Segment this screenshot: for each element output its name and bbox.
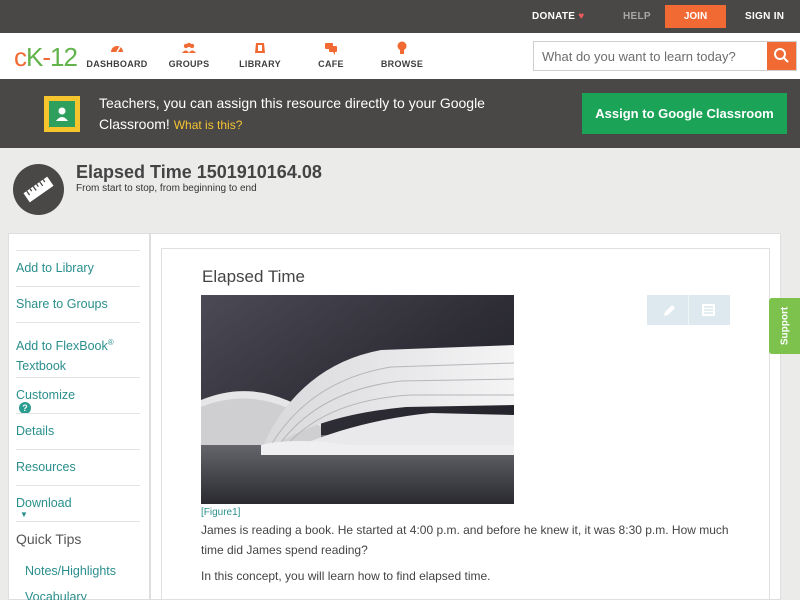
logo-c: c: [14, 42, 27, 72]
assign-to-google-classroom-button[interactable]: Assign to Google Classroom: [582, 93, 787, 134]
sidebar-item-customize[interactable]: Customize?: [16, 377, 140, 414]
donate-label: DONATE: [532, 11, 576, 22]
quick-tips-heading: Quick Tips: [16, 531, 82, 547]
classroom-message: Teachers, you can assign this resource d…: [99, 93, 539, 136]
nav-dashboard-label: DASHBOARD: [86, 59, 148, 69]
heart-icon: ♥: [578, 11, 585, 22]
sidebar-item-download[interactable]: Download ▼: [16, 485, 140, 521]
main-nav: cK-12 DASHBOARD GROUPS LIBRARY CAFE BROW…: [0, 33, 800, 79]
sidebar-divider: [16, 521, 140, 522]
nav-browse-label: BROWSE: [380, 59, 424, 69]
page-subtitle: From start to stop, from beginning to en…: [76, 183, 257, 194]
tools-divider: [688, 295, 689, 325]
sign-in-link[interactable]: SIGN IN: [745, 11, 784, 22]
registered-mark: ®: [107, 338, 114, 347]
quick-tip-notes-highlights[interactable]: Notes/Highlights: [25, 564, 116, 578]
search-input[interactable]: [534, 42, 768, 70]
groups-icon: [154, 40, 224, 56]
top-utility-bar: DONATE ♥ HELP JOIN SIGN IN: [0, 0, 800, 33]
browse-icon: [367, 40, 437, 56]
nav-library[interactable]: LIBRARY: [225, 40, 295, 69]
search-box: [533, 41, 797, 71]
support-tab[interactable]: Support: [769, 298, 800, 354]
sidebar-item-label: Add to Library: [16, 261, 94, 275]
sidebar-item-label: Download: [16, 496, 72, 510]
nav-library-label: LIBRARY: [239, 59, 281, 69]
quick-tip-vocabulary[interactable]: Vocabulary: [25, 590, 87, 600]
sidebar-item-share-to-groups[interactable]: Share to Groups: [16, 286, 140, 322]
concept-intro-paragraph: In this concept, you will learn how to f…: [201, 569, 491, 583]
sidebar-item-label: Details: [16, 424, 55, 438]
sidebar: Add to Library Share to Groups Add to Fl…: [8, 233, 150, 600]
sidebar-item-resources[interactable]: Resources: [16, 449, 140, 485]
sidebar-item-details[interactable]: Details: [16, 413, 140, 449]
dashboard-icon: [82, 40, 152, 56]
sidebar-item-label: Add to FlexBook: [16, 339, 108, 354]
join-button[interactable]: JOIN: [665, 5, 726, 28]
ruler-icon: [13, 164, 64, 215]
logo-k: K: [26, 42, 43, 72]
concept-title: Elapsed Time: [202, 267, 305, 286]
library-icon: [225, 40, 295, 56]
search-button[interactable]: [767, 42, 796, 70]
caret-down-icon: ▼: [20, 510, 28, 519]
nav-groups[interactable]: GROUPS: [154, 40, 224, 69]
sidebar-item-add-to-library[interactable]: Add to Library: [16, 250, 140, 286]
help-link[interactable]: HELP: [623, 11, 651, 22]
cafe-icon: [296, 40, 366, 56]
logo-12: 12: [50, 42, 78, 72]
what-is-this-link[interactable]: What is this?: [174, 118, 243, 132]
sidebar-item-label-line2: Textbook: [16, 359, 67, 374]
donate-link[interactable]: DONATE ♥: [532, 11, 585, 22]
nav-cafe[interactable]: CAFE: [296, 40, 366, 69]
support-tab-label: Support: [779, 306, 790, 346]
sidebar-item-add-to-flexbook[interactable]: Add to FlexBook® Textbook: [16, 322, 140, 377]
ck12-logo[interactable]: cK-12: [14, 42, 78, 73]
search-icon: [774, 48, 789, 63]
google-classroom-icon: [44, 96, 80, 132]
intro-paragraph: James is reading a book. He started at 4…: [201, 523, 729, 557]
sidebar-item-label: Resources: [16, 460, 76, 474]
classroom-banner: Teachers, you can assign this resource d…: [0, 79, 800, 148]
nav-cafe-label: CAFE: [318, 59, 344, 69]
notes-icon[interactable]: [702, 304, 715, 316]
sidebar-item-label: Share to Groups: [16, 297, 108, 311]
classroom-message-text: Teachers, you can assign this resource d…: [99, 95, 485, 132]
sidebar-item-label: Customize: [16, 388, 76, 402]
content-tools: [647, 295, 730, 325]
logo-dash: -: [42, 42, 51, 72]
pencil-icon[interactable]: [664, 305, 675, 316]
nav-groups-label: GROUPS: [168, 59, 210, 69]
nav-browse[interactable]: BROWSE: [367, 40, 437, 69]
open-book-image: [201, 295, 514, 504]
nav-dashboard[interactable]: DASHBOARD: [82, 40, 152, 69]
page-title: Elapsed Time 1501910164.08: [76, 162, 322, 182]
figure-label[interactable]: [Figure1]: [201, 507, 240, 518]
